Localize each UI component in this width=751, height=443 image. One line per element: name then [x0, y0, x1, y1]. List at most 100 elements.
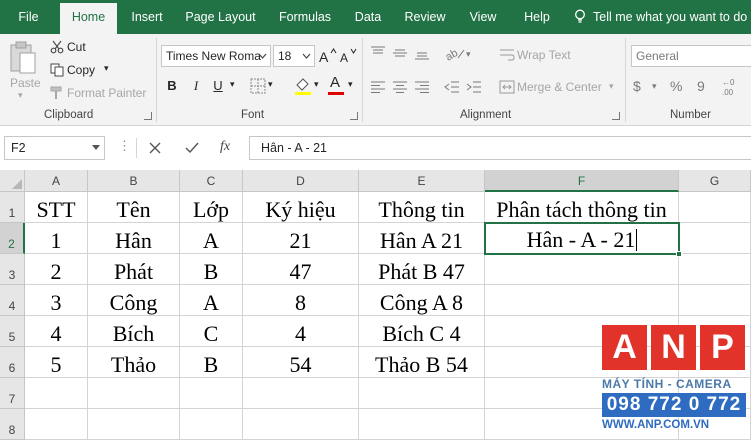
paste-icon[interactable] [8, 40, 38, 76]
increase-decimal-icon[interactable]: ←0 .00 [722, 76, 748, 96]
cell-b1[interactable]: Tên [88, 192, 180, 223]
cell-g2[interactable] [679, 223, 751, 254]
column-header-c[interactable]: C [180, 170, 243, 192]
cell-a1[interactable]: STT [25, 192, 88, 223]
fill-color-icon[interactable] [294, 76, 312, 96]
font-launcher-icon[interactable] [350, 112, 358, 120]
align-bottom-icon[interactable] [414, 46, 430, 60]
column-header-f[interactable]: F [485, 170, 679, 192]
cell-d7[interactable] [243, 378, 359, 409]
italic-button[interactable]: I [186, 76, 206, 96]
row-header-7[interactable]: 7 [0, 378, 25, 409]
cell-g1[interactable] [679, 192, 751, 223]
wrap-text-button[interactable]: Wrap Text [517, 48, 571, 62]
cell-c1[interactable]: Lớp [180, 192, 243, 223]
borders-dropdown-icon[interactable]: ▾ [268, 79, 273, 90]
tab-page-layout[interactable]: Page Layout [178, 0, 263, 34]
increase-indent-icon[interactable] [466, 80, 482, 94]
cell-e2[interactable]: Hân A 21 [359, 223, 485, 254]
active-cell-f2[interactable]: Hân - A - 21 [484, 222, 680, 255]
cell-d1[interactable]: Ký hiệu [243, 192, 359, 223]
cell-e8[interactable] [359, 409, 485, 440]
cell-d6[interactable]: 54 [243, 347, 359, 378]
cell-e3[interactable]: Phát B 47 [359, 254, 485, 285]
align-middle-icon[interactable] [392, 46, 408, 60]
cell-b6[interactable]: Thảo [88, 347, 180, 378]
align-right-icon[interactable] [414, 80, 430, 94]
paste-dropdown-icon[interactable]: ▾ [18, 90, 23, 101]
cell-c6[interactable]: B [180, 347, 243, 378]
percent-button[interactable]: % [670, 78, 682, 94]
cell-e4[interactable]: Công A 8 [359, 285, 485, 316]
tab-insert[interactable]: Insert [121, 0, 173, 34]
cell-e7[interactable] [359, 378, 485, 409]
cell-a4[interactable]: 3 [25, 285, 88, 316]
formula-bar-grip-icon[interactable]: ⋮ [118, 138, 131, 154]
row-header-5[interactable]: 5 [0, 316, 25, 347]
align-left-icon[interactable] [370, 80, 386, 94]
font-color-dropdown-icon[interactable]: ▾ [348, 79, 353, 90]
borders-icon[interactable] [250, 78, 266, 94]
chevron-down-icon[interactable] [299, 46, 314, 66]
cell-e1[interactable]: Thông tin [359, 192, 485, 223]
orientation-dropdown-icon[interactable]: ▾ [466, 49, 471, 60]
tab-data[interactable]: Data [347, 0, 389, 34]
cell-f1[interactable]: Phân tách thông tin [485, 192, 679, 223]
fill-color-dropdown-icon[interactable]: ▾ [314, 79, 319, 90]
fill-handle[interactable] [676, 251, 682, 257]
underline-dropdown-icon[interactable]: ▾ [230, 79, 235, 90]
cell-a8[interactable] [25, 409, 88, 440]
currency-button[interactable]: $ [633, 78, 641, 94]
cell-d4[interactable]: 8 [243, 285, 359, 316]
cell-c2[interactable]: A [180, 223, 243, 254]
cell-c4[interactable]: A [180, 285, 243, 316]
comma-button[interactable]: 9 [697, 78, 705, 94]
tab-home[interactable]: Home [60, 3, 117, 34]
cell-a6[interactable]: 5 [25, 347, 88, 378]
cell-f3[interactable] [485, 254, 679, 285]
formula-input[interactable]: Hân - A - 21 [249, 136, 751, 160]
clipboard-launcher-icon[interactable] [144, 112, 152, 120]
decrease-indent-icon[interactable] [444, 80, 460, 94]
cell-f4[interactable] [485, 285, 679, 316]
cell-b4[interactable]: Công [88, 285, 180, 316]
cell-e6[interactable]: Thảo B 54 [359, 347, 485, 378]
copy-button[interactable]: Copy [67, 63, 95, 77]
copy-dropdown-icon[interactable]: ▾ [104, 63, 109, 74]
align-top-icon[interactable] [370, 46, 386, 60]
merge-center-button[interactable]: Merge & Center [517, 80, 602, 94]
increase-font-size-icon[interactable]: A [319, 48, 337, 64]
format-painter-button[interactable]: Format Painter [67, 86, 146, 100]
row-header-1[interactable]: 1 [0, 192, 25, 223]
cell-a7[interactable] [25, 378, 88, 409]
insert-function-button[interactable]: fx [220, 139, 230, 155]
cell-a3[interactable]: 2 [25, 254, 88, 285]
tab-file[interactable]: File [0, 0, 57, 34]
row-header-4[interactable]: 4 [0, 285, 25, 316]
column-header-a[interactable]: A [25, 170, 88, 192]
row-header-6[interactable]: 6 [0, 347, 25, 378]
cell-d8[interactable] [243, 409, 359, 440]
cell-b5[interactable]: Bích [88, 316, 180, 347]
orientation-icon[interactable]: ab [444, 44, 466, 62]
column-header-d[interactable]: D [243, 170, 359, 192]
cell-b2[interactable]: Hân [88, 223, 180, 254]
underline-button[interactable]: U [208, 76, 228, 96]
merge-dropdown-icon[interactable]: ▾ [609, 81, 614, 92]
cut-button[interactable]: Cut [67, 40, 86, 54]
cell-d2[interactable]: 21 [243, 223, 359, 254]
bold-button[interactable]: B [162, 76, 182, 96]
cell-c3[interactable]: B [180, 254, 243, 285]
select-all-button[interactable] [0, 170, 25, 192]
cell-e5[interactable]: Bích C 4 [359, 316, 485, 347]
font-size-combo[interactable]: 18 [273, 45, 315, 67]
row-header-2[interactable]: 2 [0, 223, 25, 254]
cell-d3[interactable]: 47 [243, 254, 359, 285]
tab-help[interactable]: Help [514, 0, 560, 34]
column-header-e[interactable]: E [359, 170, 485, 192]
tab-formulas[interactable]: Formulas [270, 0, 340, 34]
cell-b3[interactable]: Phát [88, 254, 180, 285]
currency-dropdown-icon[interactable]: ▾ [652, 81, 657, 92]
cell-g3[interactable] [679, 254, 751, 285]
cancel-entry-icon[interactable] [144, 138, 166, 158]
